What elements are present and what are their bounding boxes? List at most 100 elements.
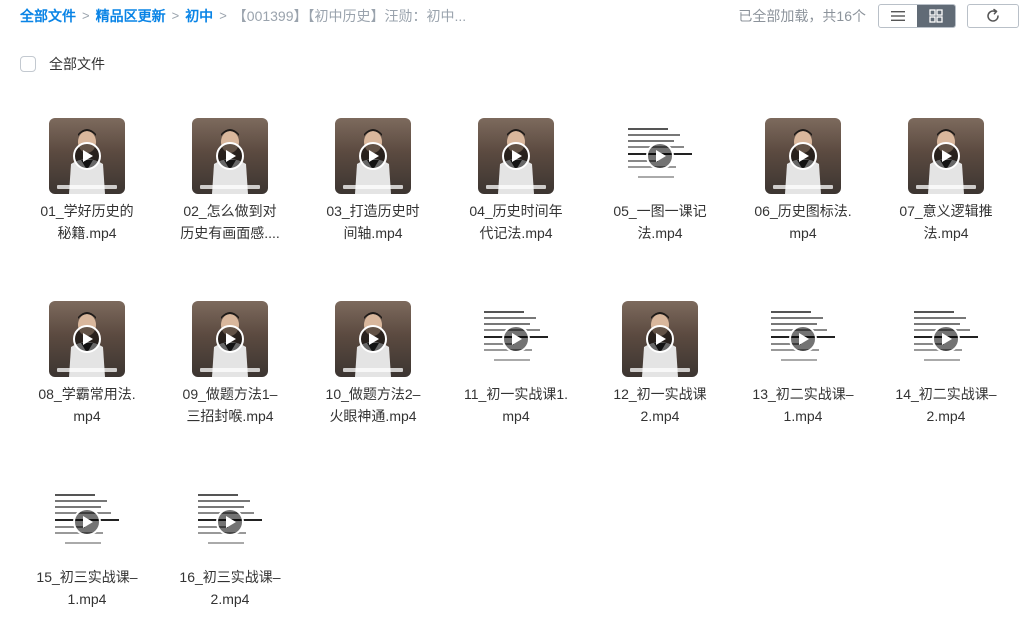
thumbnail-caption (343, 185, 403, 189)
breadcrumb-link-junior[interactable]: 初中 (185, 6, 213, 26)
file-name-line: 15_初三实战课– (36, 569, 138, 585)
file-name[interactable]: 01_学好历史的 秘籍.mp4 (22, 200, 152, 244)
file-name[interactable]: 11_初一实战课1. mp4 (451, 383, 581, 427)
file-item[interactable]: 04_历史时间年 代记法.mp4 (451, 118, 581, 244)
play-icon[interactable] (73, 325, 101, 353)
file-name-line: 10_做题方法2– (325, 386, 421, 402)
video-thumbnail[interactable] (622, 301, 698, 377)
thumbnail-caption (200, 185, 260, 189)
play-icon[interactable] (73, 508, 101, 536)
file-item[interactable]: 14_初二实战课– 2.mp4 (881, 301, 1011, 427)
play-icon[interactable] (932, 325, 960, 353)
play-icon[interactable] (216, 142, 244, 170)
thumbnail-caption (486, 185, 546, 189)
file-item[interactable]: 03_打造历史时 间轴.mp4 (308, 118, 438, 244)
file-item[interactable]: 11_初一实战课1. mp4 (451, 301, 581, 427)
grid-view-button[interactable] (917, 5, 955, 27)
file-item[interactable]: 01_学好历史的 秘籍.mp4 (22, 118, 152, 244)
list-view-button[interactable] (879, 5, 917, 27)
file-item[interactable]: 07_意义逻辑推 法.mp4 (881, 118, 1011, 244)
play-icon[interactable] (502, 142, 530, 170)
file-name[interactable]: 10_做题方法2– 火眼神通.mp4 (308, 383, 438, 427)
file-item[interactable]: 10_做题方法2– 火眼神通.mp4 (308, 301, 438, 427)
video-thumbnail[interactable] (192, 301, 268, 377)
file-name[interactable]: 12_初一实战课 2.mp4 (595, 383, 725, 427)
video-thumbnail[interactable] (49, 301, 125, 377)
play-icon[interactable] (502, 325, 530, 353)
file-name-line: 13_初二实战课– (752, 386, 854, 402)
file-name-line: 2.mp4 (926, 408, 966, 424)
file-item[interactable]: 02_怎么做到对 历史有画面感.... (165, 118, 295, 244)
thumbnail-caption (343, 368, 403, 372)
file-name-line: 08_学霸常用法. (38, 386, 136, 402)
file-name-line: 04_历史时间年 (469, 203, 563, 219)
file-item[interactable]: 09_做题方法1– 三招封喉.mp4 (165, 301, 295, 427)
video-thumbnail[interactable] (908, 118, 984, 194)
play-icon[interactable] (73, 142, 101, 170)
video-thumbnail[interactable] (765, 118, 841, 194)
video-thumbnail[interactable] (765, 301, 841, 377)
play-icon[interactable] (216, 508, 244, 536)
video-thumbnail[interactable] (335, 118, 411, 194)
file-name[interactable]: 04_历史时间年 代记法.mp4 (451, 200, 581, 244)
file-name-line: 02_怎么做到对 (183, 203, 277, 219)
video-thumbnail[interactable] (478, 301, 554, 377)
file-name[interactable]: 06_历史图标法. mp4 (738, 200, 868, 244)
file-name-line: mp4 (73, 408, 101, 424)
file-name-line: 12_初一实战课 (613, 386, 707, 402)
video-thumbnail[interactable] (192, 118, 268, 194)
video-thumbnail[interactable] (49, 484, 125, 560)
play-icon[interactable] (646, 325, 674, 353)
refresh-icon (987, 8, 999, 22)
file-item[interactable]: 15_初三实战课– 1.mp4 (22, 484, 152, 610)
file-name-line: 01_学好历史的 (40, 203, 134, 219)
file-name[interactable]: 16_初三实战课– 2.mp4 (165, 566, 295, 610)
play-icon[interactable] (359, 142, 387, 170)
play-icon[interactable] (789, 142, 817, 170)
video-thumbnail[interactable] (192, 484, 268, 560)
file-name-line: 05_一图一课记 (613, 203, 707, 219)
play-icon[interactable] (932, 142, 960, 170)
file-name-line: 07_意义逻辑推 (899, 203, 993, 219)
file-name[interactable]: 07_意义逻辑推 法.mp4 (881, 200, 1011, 244)
video-thumbnail[interactable] (908, 301, 984, 377)
file-name-line: 2.mp4 (640, 408, 680, 424)
file-name[interactable]: 02_怎么做到对 历史有画面感.... (165, 200, 295, 244)
file-name-line: mp4 (502, 408, 530, 424)
file-name[interactable]: 05_一图一课记 法.mp4 (595, 200, 725, 244)
refresh-button[interactable] (967, 4, 1019, 28)
select-all-checkbox[interactable] (20, 56, 36, 72)
video-thumbnail[interactable] (478, 118, 554, 194)
breadcrumb: 全部文件 > 精品区更新 > 初中 > 【001399】【初中历史】汪勋：初中.… (20, 6, 466, 26)
play-icon[interactable] (789, 325, 817, 353)
file-item[interactable]: 13_初二实战课– 1.mp4 (738, 301, 868, 427)
select-all-label: 全部文件 (49, 56, 105, 72)
file-item[interactable]: 16_初三实战课– 2.mp4 (165, 484, 295, 610)
file-item[interactable]: 08_学霸常用法. mp4 (22, 301, 152, 427)
file-name-line: 1.mp4 (67, 591, 107, 607)
file-item[interactable]: 05_一图一课记 法.mp4 (595, 118, 725, 244)
file-name-line: 11_初一实战课1. (464, 386, 568, 402)
breadcrumb-link-all-files[interactable]: 全部文件 (20, 6, 76, 26)
file-name-line: 法.mp4 (637, 225, 683, 241)
file-name-line: 秘籍.mp4 (57, 225, 117, 241)
play-icon[interactable] (359, 325, 387, 353)
file-item[interactable]: 12_初一实战课 2.mp4 (595, 301, 725, 427)
file-name[interactable]: 14_初二实战课– 2.mp4 (881, 383, 1011, 427)
file-name-line: 代记法.mp4 (479, 225, 553, 241)
thumbnail-caption (57, 368, 117, 372)
video-thumbnail[interactable] (335, 301, 411, 377)
file-name[interactable]: 09_做题方法1– 三招封喉.mp4 (165, 383, 295, 427)
file-name[interactable]: 08_学霸常用法. mp4 (22, 383, 152, 427)
breadcrumb-link-updates[interactable]: 精品区更新 (96, 6, 166, 26)
file-name[interactable]: 13_初二实战课– 1.mp4 (738, 383, 868, 427)
video-thumbnail[interactable] (49, 118, 125, 194)
thumbnail-caption (773, 185, 833, 189)
file-name[interactable]: 15_初三实战课– 1.mp4 (22, 566, 152, 610)
file-item[interactable]: 06_历史图标法. mp4 (738, 118, 868, 244)
play-icon[interactable] (646, 142, 674, 170)
file-name[interactable]: 03_打造历史时 间轴.mp4 (308, 200, 438, 244)
play-icon[interactable] (216, 325, 244, 353)
thumbnail-caption (630, 368, 690, 372)
video-thumbnail[interactable] (622, 118, 698, 194)
